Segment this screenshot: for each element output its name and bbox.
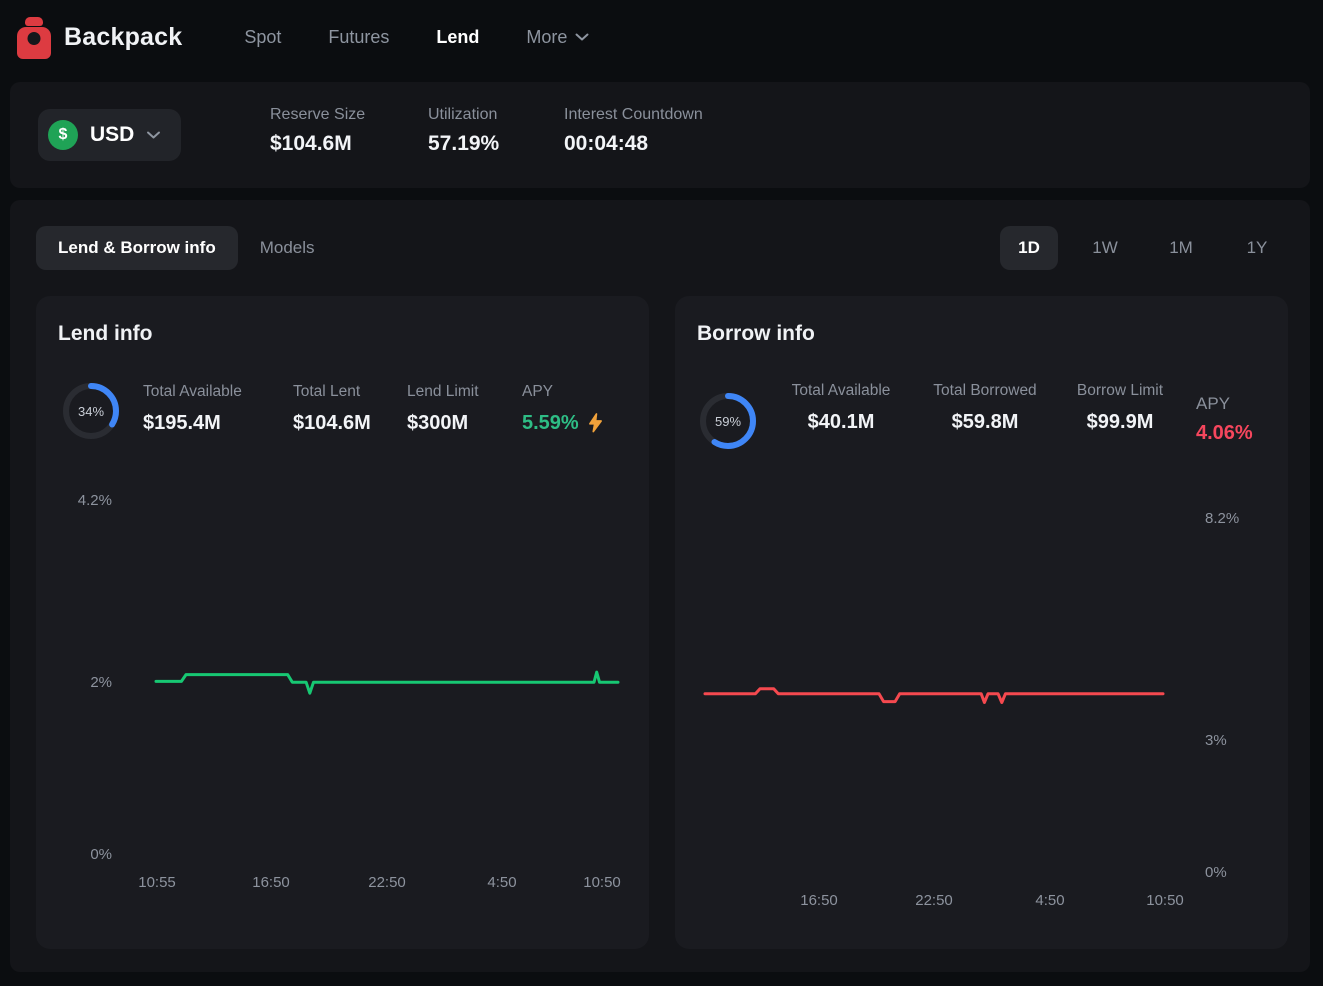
asset-name: USD — [90, 123, 134, 147]
backpack-logo-icon — [16, 15, 52, 61]
market-stats: Reserve Size $104.6M Utilization 57.19% … — [270, 82, 703, 188]
stat-reserve-size: Reserve Size $104.6M — [270, 82, 428, 188]
stat-utilization: Utilization 57.19% — [428, 82, 564, 188]
stat-label: Reserve Size — [270, 106, 428, 124]
stat-label: Interest Countdown — [564, 106, 703, 124]
stat-value: 57.19% — [428, 132, 564, 156]
stat-value: $104.6M — [270, 132, 428, 156]
asset-selector[interactable]: $ USD — [38, 109, 181, 161]
stat-label: Utilization — [428, 106, 564, 124]
time-range-group: 1D 1W 1M 1Y — [1000, 226, 1286, 270]
stat-interest-countdown: Interest Countdown 00:04:48 — [564, 82, 703, 188]
nav-item-more[interactable]: More — [526, 27, 589, 48]
lend-info-card: Lend info 34% Total Available $195.4M To… — [36, 296, 649, 949]
usd-coin-icon: $ — [48, 120, 78, 150]
nav-more-label: More — [526, 27, 567, 48]
tabs-row: Lend & Borrow info Models 1D 1W 1M 1Y — [36, 226, 1286, 270]
top-nav: Backpack Spot Futures Lend More — [0, 0, 1323, 75]
range-1w[interactable]: 1W — [1076, 226, 1134, 270]
chevron-down-icon — [575, 33, 589, 42]
chevron-down-icon — [146, 131, 161, 140]
primary-nav: Spot Futures Lend More — [244, 27, 589, 48]
tab-models[interactable]: Models — [238, 226, 337, 270]
nav-item-spot[interactable]: Spot — [244, 27, 281, 48]
lend-apy-chart[interactable] — [36, 296, 649, 949]
nav-item-lend[interactable]: Lend — [436, 27, 479, 48]
lend-borrow-panel: Lend & Borrow info Models 1D 1W 1M 1Y Le… — [10, 200, 1310, 972]
borrow-apy-chart[interactable] — [675, 296, 1288, 949]
stat-value: 00:04:48 — [564, 132, 703, 156]
brand-name: Backpack — [64, 23, 182, 52]
backpack-brand[interactable]: Backpack — [16, 15, 182, 61]
borrow-info-card: Borrow info 59% Total Available $40.1M T… — [675, 296, 1288, 949]
nav-item-futures[interactable]: Futures — [328, 27, 389, 48]
range-1d[interactable]: 1D — [1000, 226, 1058, 270]
market-bar: $ USD Reserve Size $104.6M Utilization 5… — [10, 82, 1310, 188]
range-1m[interactable]: 1M — [1152, 226, 1210, 270]
range-1y[interactable]: 1Y — [1228, 226, 1286, 270]
tab-lend-borrow-info[interactable]: Lend & Borrow info — [36, 226, 238, 270]
